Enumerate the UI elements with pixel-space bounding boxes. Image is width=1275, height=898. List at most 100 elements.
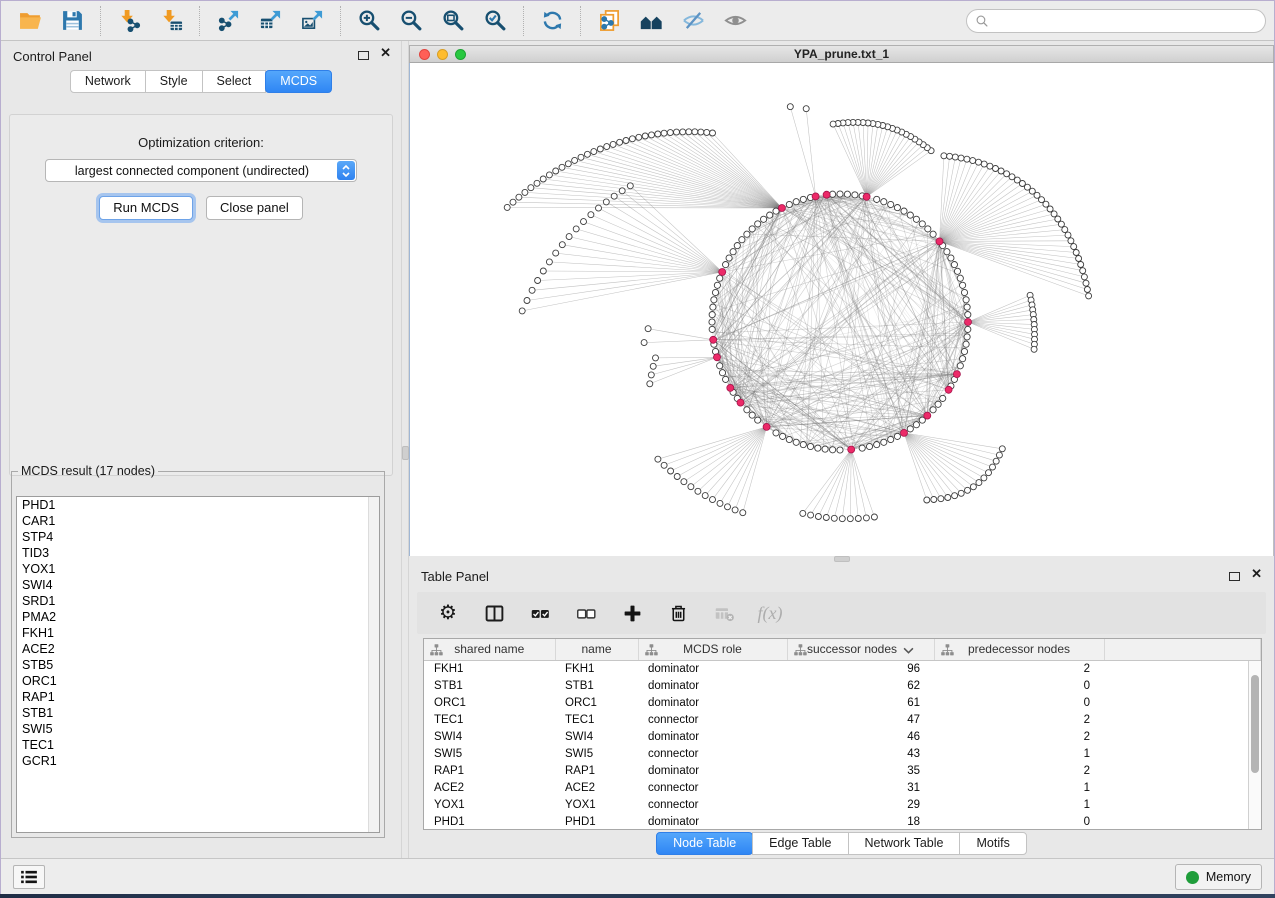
satellite-node[interactable] [964, 156, 970, 162]
satellite-node[interactable] [1081, 274, 1087, 280]
cell-predecessor-nodes[interactable]: 1 [934, 779, 1104, 796]
cell-successor-nodes[interactable]: 29 [787, 796, 934, 813]
zoom-out-button[interactable] [393, 5, 429, 37]
satellite-node[interactable] [1062, 227, 1068, 233]
satellite-node[interactable] [603, 199, 609, 205]
satellite-node[interactable] [611, 193, 617, 199]
cell-successor-nodes[interactable]: 35 [787, 762, 934, 779]
satellite-node[interactable] [839, 516, 845, 522]
satellite-node[interactable] [986, 470, 992, 476]
satellite-node[interactable] [597, 146, 603, 152]
satellite-node[interactable] [725, 504, 731, 510]
satellite-node[interactable] [1068, 238, 1074, 244]
memory-button[interactable]: Memory [1175, 864, 1262, 890]
satellite-node[interactable] [999, 446, 1005, 452]
satellite-node[interactable] [1086, 293, 1092, 299]
tab-mcds[interactable]: MCDS [265, 70, 332, 93]
table-scrollbar[interactable] [1248, 661, 1261, 829]
cell-name[interactable]: RAP1 [555, 762, 638, 779]
satellite-node[interactable] [522, 189, 528, 195]
satellite-node[interactable] [668, 468, 674, 474]
cell-name[interactable]: TEC1 [555, 711, 638, 728]
satellite-node[interactable] [952, 493, 958, 499]
satellite-node[interactable] [627, 183, 633, 189]
satellite-node[interactable] [1083, 280, 1089, 286]
ring-node[interactable] [913, 422, 919, 428]
cell-shared-name[interactable]: ORC1 [424, 694, 555, 711]
ring-node[interactable] [793, 439, 799, 445]
mcds-hub-node[interactable] [719, 269, 726, 276]
mcds-hub-node[interactable] [763, 423, 770, 430]
satellite-node[interactable] [596, 205, 602, 211]
network-canvas[interactable] [409, 63, 1274, 556]
ring-node[interactable] [894, 205, 900, 211]
settings-button[interactable]: ⚙ [435, 600, 461, 626]
cell-name[interactable]: FKH1 [555, 660, 638, 677]
satellite-node[interactable] [629, 136, 635, 142]
table-row[interactable]: TEC1TEC1connector472 [424, 711, 1261, 728]
mcds-hub-node[interactable] [714, 354, 721, 361]
show-tasks-button[interactable] [13, 865, 45, 889]
ring-node[interactable] [723, 376, 729, 382]
cell-MCDS-role[interactable]: dominator [638, 728, 787, 745]
satellite-node[interactable] [647, 381, 653, 387]
hide-selected-button[interactable] [675, 5, 711, 37]
tab-node-table[interactable]: Node Table [656, 832, 753, 855]
satellite-node[interactable] [831, 515, 837, 521]
satellite-node[interactable] [504, 204, 510, 210]
ring-node[interactable] [755, 417, 761, 423]
mcds-hub-node[interactable] [953, 371, 960, 378]
cell-name[interactable]: ORC1 [555, 694, 638, 711]
satellite-node[interactable] [823, 515, 829, 521]
vertical-splitter[interactable] [401, 41, 409, 858]
ring-node[interactable] [739, 237, 745, 243]
ring-node[interactable] [717, 363, 723, 369]
satellite-node[interactable] [604, 144, 610, 150]
table-row[interactable]: ORC1ORC1dominator610 [424, 694, 1261, 711]
splitter-grip[interactable] [402, 446, 409, 460]
delete-button[interactable] [665, 600, 691, 626]
satellite-node[interactable] [863, 515, 869, 521]
mcds-result-item[interactable]: ACE2 [17, 641, 379, 657]
satellite-node[interactable] [800, 510, 806, 516]
satellite-node[interactable] [998, 168, 1004, 174]
mcds-result-item[interactable]: FKH1 [17, 625, 379, 641]
cell-shared-name[interactable]: SWI4 [424, 728, 555, 745]
satellite-node[interactable] [808, 512, 814, 518]
show-all-button[interactable] [717, 5, 753, 37]
cell-name[interactable]: YOX1 [555, 796, 638, 813]
ring-node[interactable] [710, 304, 716, 310]
tab-select[interactable]: Select [202, 70, 267, 93]
satellite-node[interactable] [546, 259, 552, 265]
mcds-result-item[interactable]: RAP1 [17, 689, 379, 705]
satellite-node[interactable] [958, 490, 964, 496]
cell-shared-name[interactable]: ACE2 [424, 779, 555, 796]
mcds-result-item[interactable]: PHD1 [17, 497, 379, 513]
satellite-node[interactable] [970, 484, 976, 490]
satellite-node[interactable] [650, 363, 656, 369]
add-button[interactable] [619, 600, 645, 626]
network-graph[interactable] [410, 63, 1275, 556]
cell-shared-name[interactable]: FKH1 [424, 660, 555, 677]
new-network-from-selection-button[interactable] [591, 5, 627, 37]
ring-node[interactable] [913, 216, 919, 222]
ring-node[interactable] [963, 297, 969, 303]
close-panel-icon[interactable]: ✕ [1251, 566, 1262, 582]
column-header-successor-nodes[interactable]: successor nodes [787, 639, 934, 660]
split-view-button[interactable] [481, 600, 507, 626]
satellite-node[interactable] [619, 188, 625, 194]
satellite-node[interactable] [610, 141, 616, 147]
satellite-node[interactable] [815, 514, 821, 520]
result-list-scrollbar[interactable] [368, 497, 379, 832]
ring-node[interactable] [815, 445, 821, 451]
ring-node[interactable] [800, 442, 806, 448]
mcds-result-item[interactable]: CAR1 [17, 513, 379, 529]
mcds-hub-node[interactable] [924, 412, 931, 419]
ring-node[interactable] [965, 312, 971, 318]
ring-node[interactable] [807, 443, 813, 449]
mcds-hub-node[interactable] [710, 336, 717, 343]
mcds-hub-node[interactable] [737, 399, 744, 406]
ring-node[interactable] [957, 275, 963, 281]
satellite-node[interactable] [1084, 287, 1090, 293]
satellite-node[interactable] [524, 298, 530, 304]
